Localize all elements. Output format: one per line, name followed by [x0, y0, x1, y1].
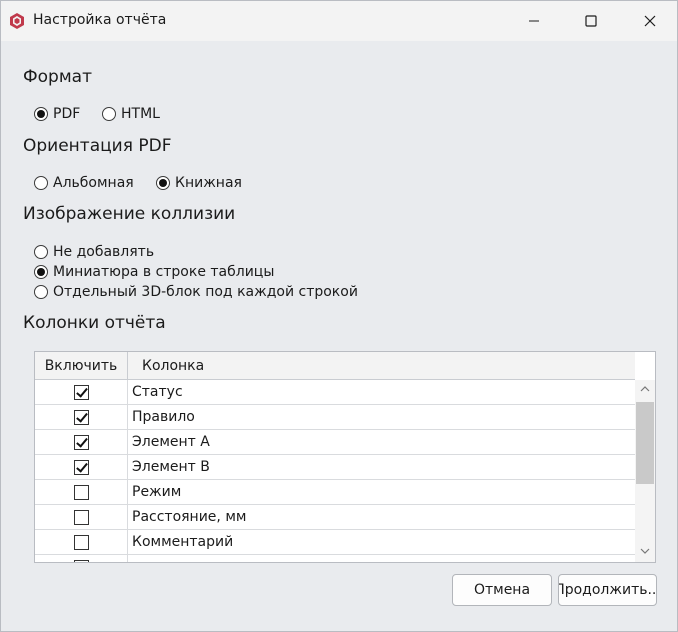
scrollbar-thumb[interactable]: [636, 402, 654, 484]
radio-label: Книжная: [175, 175, 242, 191]
columns-table: Включить Колонка Статус Правило Элемент …: [34, 351, 656, 563]
include-checkbox[interactable]: [73, 534, 89, 550]
close-button[interactable]: [627, 1, 673, 41]
radio-button[interactable]: [156, 176, 170, 190]
radio-label: HTML: [121, 106, 160, 122]
column-name: Элемент А: [132, 434, 210, 450]
include-cell: [35, 455, 128, 479]
column-header-label: Включить: [44, 358, 118, 374]
include-cell: [35, 480, 128, 504]
table-row[interactable]: [35, 555, 635, 562]
column-name: Статус: [132, 384, 183, 400]
title-bar: Настройка отчёта: [1, 1, 677, 41]
radio-label: PDF: [53, 106, 81, 122]
maximize-button[interactable]: [568, 1, 614, 41]
table-row[interactable]: Правило: [35, 405, 635, 430]
include-cell: [35, 505, 128, 529]
continue-button[interactable]: Продолжить...: [558, 574, 657, 606]
column-name: Комментарий: [132, 534, 234, 550]
include-cell: [35, 430, 128, 454]
report-settings-dialog: Настройка отчёта Формат PDF HTML Ориента…: [0, 0, 678, 632]
format-option-pdf[interactable]: PDF: [34, 106, 80, 122]
scroll-up-button[interactable]: [635, 384, 655, 398]
table-row[interactable]: Расстояние, мм: [35, 505, 635, 530]
format-option-html[interactable]: HTML: [102, 106, 160, 122]
radio-button[interactable]: [34, 285, 48, 299]
chevron-down-icon: [640, 548, 650, 554]
include-cell: [35, 530, 128, 554]
radio-button[interactable]: [34, 176, 48, 190]
window-title: Настройка отчёта: [33, 12, 167, 28]
vertical-scrollbar[interactable]: [635, 380, 655, 562]
maximize-icon: [585, 15, 597, 27]
table-row[interactable]: Статус: [35, 380, 635, 405]
radio-button[interactable]: [34, 245, 48, 259]
cancel-button[interactable]: Отмена: [452, 574, 552, 606]
radio-label: Отдельный 3D-блок под каждой строкой: [53, 284, 358, 300]
table-row[interactable]: Элемент А: [35, 430, 635, 455]
format-section-title: Формат: [23, 67, 92, 87]
include-checkbox[interactable]: [73, 484, 89, 500]
include-checkbox[interactable]: [73, 434, 89, 450]
orientation-option-landscape[interactable]: Альбомная: [34, 175, 134, 191]
include-checkbox[interactable]: [73, 409, 89, 425]
collision-option-thumbnail[interactable]: Миниатюра в строке таблицы: [34, 264, 274, 280]
collision-option-separate-block[interactable]: Отдельный 3D-блок под каждой строкой: [34, 284, 358, 300]
column-name: Правило: [132, 409, 195, 425]
radio-label: Альбомная: [53, 175, 134, 191]
table-row[interactable]: Комментарий: [35, 530, 635, 555]
table-row[interactable]: Режим: [35, 480, 635, 505]
include-checkbox[interactable]: [73, 384, 89, 400]
radio-label: Миниатюра в строке таблицы: [53, 264, 275, 280]
cube-icon: [10, 13, 24, 29]
orientation-section-title: Ориентация PDF: [23, 136, 172, 156]
radio-label: Не добавлять: [53, 244, 155, 260]
include-checkbox[interactable]: [73, 559, 89, 562]
close-icon: [644, 15, 656, 27]
orientation-option-portrait[interactable]: Книжная: [156, 175, 242, 191]
radio-button[interactable]: [102, 107, 116, 121]
radio-button[interactable]: [34, 107, 48, 121]
collision-image-section-title: Изображение коллизии: [23, 204, 236, 224]
chevron-up-icon: [640, 386, 650, 392]
columns-section-title: Колонки отчёта: [23, 313, 166, 333]
column-header-column[interactable]: Колонка: [142, 358, 204, 374]
include-checkbox[interactable]: [73, 459, 89, 475]
radio-button[interactable]: [34, 265, 48, 279]
table-body: Статус Правило Элемент А Элемент В Режим…: [35, 380, 635, 562]
include-cell: [35, 380, 128, 404]
table-row[interactable]: Элемент В: [35, 455, 635, 480]
collision-option-none[interactable]: Не добавлять: [34, 244, 154, 260]
minimize-icon: [529, 20, 539, 22]
minimize-button[interactable]: [511, 1, 557, 41]
column-header-include[interactable]: Включить: [35, 352, 128, 380]
column-name: Расстояние, мм: [132, 509, 247, 525]
column-name: Режим: [132, 484, 182, 500]
include-checkbox[interactable]: [73, 509, 89, 525]
include-cell: [35, 555, 128, 562]
column-name: Элемент В: [132, 459, 210, 475]
table-header: Включить Колонка: [35, 352, 635, 380]
include-cell: [35, 405, 128, 429]
scroll-down-button[interactable]: [635, 546, 655, 560]
